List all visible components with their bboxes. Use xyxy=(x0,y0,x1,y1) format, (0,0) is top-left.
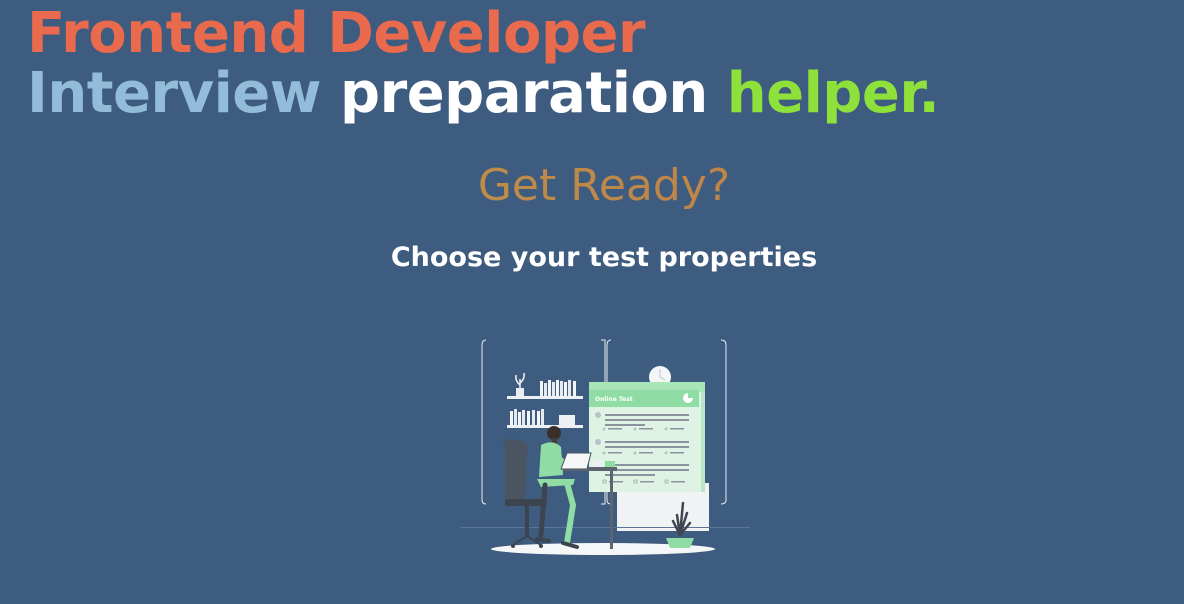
floor-icon xyxy=(460,527,750,555)
hero-title: Frontend Developer Interview preparation… xyxy=(27,1,940,126)
online-test-card-icon: Online Test xyxy=(589,382,709,531)
hero-word-interview: Interview xyxy=(27,61,321,126)
hero-word-helper: helper. xyxy=(726,61,940,126)
hero-title-line1: Frontend Developer xyxy=(27,1,646,66)
hero-title-line2: Interview preparation helper. xyxy=(27,61,940,126)
get-ready-heading: Get Ready? xyxy=(0,160,1184,212)
person-at-desk-icon xyxy=(503,426,592,549)
landing-page: Frontend Developer Interview preparation… xyxy=(0,0,1184,604)
online-test-card-title: Online Test xyxy=(595,396,633,403)
choose-test-properties-heading: Choose your test properties xyxy=(390,242,818,273)
bookshelf-icon xyxy=(507,372,583,428)
online-test-illustration: Online Test xyxy=(460,339,750,555)
hero-word-preparation: preparation xyxy=(339,61,708,126)
